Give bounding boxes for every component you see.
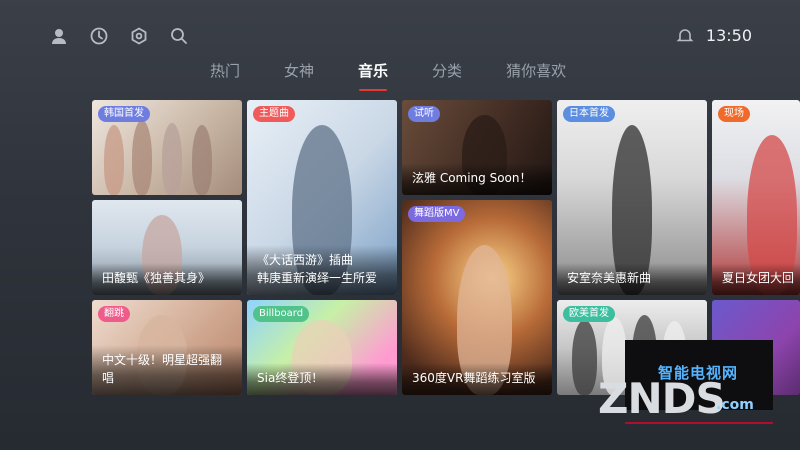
watermark-logo: 智能电视网 ZNDS .com xyxy=(598,340,774,424)
category-tabs: 热门 女神 音乐 分类 猜你喜欢 xyxy=(210,60,566,91)
content-card[interactable]: 翻跳 中文十级！明星超强翻唱 xyxy=(92,300,242,395)
watermark-en-text: ZNDS xyxy=(598,374,726,423)
content-card[interactable]: 田馥甄《独善其身》 xyxy=(92,200,242,295)
badge: 日本首发 xyxy=(563,106,615,122)
tab-category[interactable]: 分类 xyxy=(432,60,462,91)
content-card[interactable]: 主题曲 《大话西游》插曲 韩庚重新演绎一生所爱 xyxy=(247,100,397,295)
tab-music[interactable]: 音乐 xyxy=(358,60,388,91)
watermark-domain-text: .com xyxy=(716,397,754,413)
content-card[interactable]: 现场 夏日女团大回 xyxy=(712,100,800,295)
tab-goddess[interactable]: 女神 xyxy=(284,60,314,91)
card-title: 中文十级！明星超强翻唱 xyxy=(92,345,242,395)
card-title: 安室奈美惠新曲 xyxy=(557,263,707,295)
search-icon[interactable] xyxy=(168,25,190,47)
user-icon[interactable] xyxy=(48,25,70,47)
notification-icon[interactable] xyxy=(674,24,696,46)
card-title: Sia终登顶！ xyxy=(247,363,397,395)
card-title: 360度VR舞蹈练习室版 xyxy=(402,363,552,395)
card-title: 田馥甄《独善其身》 xyxy=(92,263,242,295)
badge: Billboard xyxy=(253,306,310,322)
tab-hot[interactable]: 热门 xyxy=(210,60,240,91)
content-card[interactable]: 韩国首发 xyxy=(92,100,242,195)
badge: 欧美首发 xyxy=(563,306,615,322)
badge: 试听 xyxy=(408,106,440,122)
badge: 韩国首发 xyxy=(98,106,150,122)
content-card[interactable]: 试听 泫雅 Coming Soon！ xyxy=(402,100,552,195)
content-card[interactable]: 舞蹈版MV 360度VR舞蹈练习室版 xyxy=(402,200,552,395)
tab-recommend[interactable]: 猜你喜欢 xyxy=(506,60,566,91)
status-area: 13:50 xyxy=(674,24,752,46)
content-card[interactable]: 日本首发 安室奈美惠新曲 xyxy=(557,100,707,295)
clock: 13:50 xyxy=(705,25,752,45)
content-card[interactable]: Billboard Sia终登顶！ xyxy=(247,300,397,395)
badge: 现场 xyxy=(718,106,750,122)
badge: 舞蹈版MV xyxy=(408,206,466,222)
badge: 翻跳 xyxy=(98,306,130,322)
card-title: 泫雅 Coming Soon！ xyxy=(402,163,552,195)
badge: 主题曲 xyxy=(253,106,295,122)
card-title: 夏日女团大回 xyxy=(712,263,800,295)
settings-icon[interactable] xyxy=(128,25,150,47)
top-icon-bar xyxy=(48,24,190,48)
history-icon[interactable] xyxy=(88,25,110,47)
card-title: 《大话西游》插曲 韩庚重新演绎一生所爱 xyxy=(247,245,397,295)
